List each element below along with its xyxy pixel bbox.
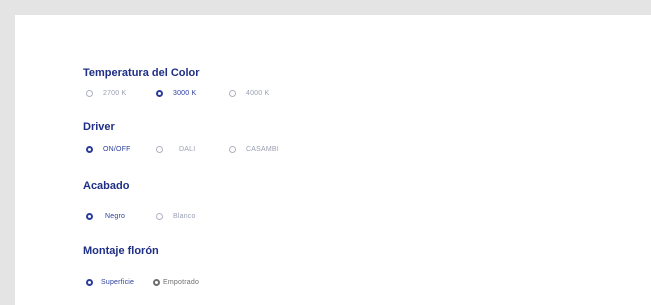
finish-title: Acabado	[83, 180, 130, 192]
color-temperature-title: Temperatura del Color	[83, 67, 200, 79]
option-3000k[interactable]: 3000 K	[156, 86, 196, 100]
option-label: 3000 K	[173, 89, 197, 97]
radio-selected-icon	[86, 212, 93, 220]
option-dali[interactable]: DALI	[156, 142, 195, 156]
option-label: Superficie	[101, 278, 135, 286]
option-label: DALI	[179, 145, 196, 153]
option-negro[interactable]: Negro	[86, 209, 125, 223]
mounting-title: Montaje florón	[83, 245, 159, 257]
option-label: 2700 K	[103, 89, 127, 97]
radio-unselected-icon	[229, 89, 236, 97]
radio-selected-icon	[86, 145, 93, 153]
option-onoff[interactable]: ON/OFF	[86, 142, 131, 156]
option-casambi[interactable]: CASAMBI	[229, 142, 279, 156]
radio-unselected-icon	[229, 145, 236, 153]
radio-unselected-icon	[153, 278, 160, 286]
driver-title: Driver	[83, 121, 115, 133]
option-empotrado[interactable]: Empotrado	[153, 275, 199, 289]
radio-unselected-icon	[86, 89, 93, 97]
option-2700k[interactable]: 2700 K	[86, 86, 126, 100]
option-label: CASAMBI	[246, 145, 279, 153]
radio-unselected-icon	[156, 212, 163, 220]
options-panel: Temperatura del Color 2700 K 3000 K 4000…	[15, 15, 651, 305]
option-blanco[interactable]: Blanco	[156, 209, 196, 223]
option-label: 4000 K	[246, 89, 270, 97]
option-4000k[interactable]: 4000 K	[229, 86, 269, 100]
option-label: Blanco	[173, 212, 196, 220]
radio-unselected-icon	[156, 145, 163, 153]
radio-selected-icon	[86, 278, 93, 286]
option-label: ON/OFF	[103, 145, 131, 153]
option-label: Negro	[105, 212, 126, 220]
option-label: Empotrado	[163, 278, 200, 286]
option-superficie[interactable]: Superficie	[86, 275, 134, 289]
radio-selected-icon	[156, 89, 163, 97]
